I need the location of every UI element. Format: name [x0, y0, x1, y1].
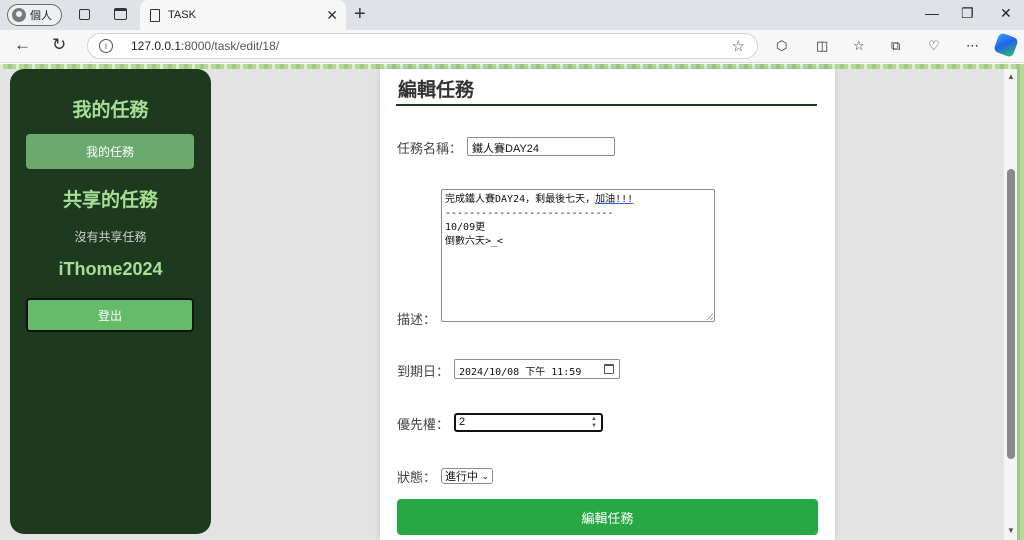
due-date-label: 到期日：	[397, 364, 450, 379]
status-select[interactable]: 進行中 ⌄	[441, 468, 493, 484]
restore-icon[interactable]: ❐	[961, 5, 974, 22]
desc-line4: 倒數六天>_<	[445, 236, 504, 247]
close-tab-icon[interactable]: ✕	[326, 7, 338, 24]
profile-label: 個人	[30, 10, 52, 22]
browser-tab-bar: 個人 TASK ✕ + — ❐ ✕	[0, 0, 1024, 30]
priority-value: 2	[459, 416, 466, 428]
task-name-input[interactable]: 鐵人賽DAY24	[467, 137, 615, 156]
page-icon	[150, 8, 160, 22]
split-screen-icon[interactable]: ◫	[816, 38, 828, 54]
edit-task-form: 編輯任務 任務名稱： 鐵人賽DAY24 描述： 完成鐵人賽DAY24，剩最後七天…	[380, 69, 835, 540]
back-icon[interactable]: ←	[14, 35, 31, 55]
task-name-label: 任務名稱：	[397, 141, 463, 156]
site-info-icon[interactable]: i	[99, 39, 113, 53]
url-host: 127.0.0.1	[131, 39, 182, 53]
sidebar: 我的任務 我的任務 共享的任務 沒有共享任務 iThome2024 登出	[10, 69, 211, 534]
tab-actions-icon[interactable]	[112, 6, 128, 22]
due-date-value: 2024/10/08 下午 11:59	[459, 367, 582, 378]
collections-icon[interactable]: ⧉	[891, 38, 900, 54]
edit-task-submit-button[interactable]: 編輯任務	[397, 499, 818, 535]
page-viewport: 我的任務 我的任務 共享的任務 沒有共享任務 iThome2024 登出 編輯任…	[0, 64, 1024, 540]
minimize-icon[interactable]: —	[925, 5, 939, 21]
desc-line1-text: 完成鐵人賽DAY24，剩最後七天，	[445, 194, 596, 205]
desc-line3: 10/09更	[445, 222, 486, 233]
spinner-arrows-icon[interactable]: ▲ ▼	[591, 416, 597, 430]
desc-line1-underlined: 加油!!!	[595, 194, 634, 205]
browser-tab-task[interactable]: TASK ✕	[140, 0, 346, 30]
my-tasks-button[interactable]: 我的任務	[26, 134, 194, 169]
calendar-icon[interactable]	[604, 364, 614, 374]
description-label: 描述：	[397, 312, 437, 327]
logout-button[interactable]: 登出	[26, 298, 194, 332]
no-shared-tasks-text: 沒有共享任務	[74, 230, 147, 244]
more-menu-icon[interactable]: ⋯	[966, 38, 979, 54]
resize-grip-icon[interactable]	[706, 313, 713, 320]
description-textarea[interactable]: 完成鐵人賽DAY24，剩最後七天，加油!!! -----------------…	[441, 189, 715, 322]
workspaces-icon[interactable]	[76, 6, 92, 22]
tab-title: TASK	[168, 9, 196, 21]
status-value: 進行中	[445, 471, 478, 483]
refresh-icon[interactable]: ↻	[52, 35, 66, 55]
scrollbar-thumb[interactable]	[1007, 169, 1015, 459]
desc-line2: ----------------------------	[445, 208, 614, 219]
due-date-input[interactable]: 2024/10/08 下午 11:59	[454, 359, 620, 379]
scroll-down-icon[interactable]: ▼	[1007, 526, 1015, 535]
extensions-icon[interactable]: ⬡	[776, 38, 787, 54]
my-tasks-heading: 我的任務	[72, 100, 149, 121]
browser-toolbar: ← ↻ i 127.0.0.1 :8000/task/edit/18/ ☆ ⬡ …	[0, 30, 1024, 63]
page-title: 編輯任務	[398, 80, 475, 101]
page-scrollbar[interactable]: ▲ ▼	[1003, 69, 1017, 540]
favorite-star-icon[interactable]: ☆	[732, 37, 745, 55]
shared-tasks-heading: 共享的任務	[62, 190, 158, 211]
address-bar[interactable]: i 127.0.0.1 :8000/task/edit/18/ ☆	[87, 33, 758, 59]
scroll-up-icon[interactable]: ▲	[1007, 72, 1015, 81]
new-tab-icon[interactable]: +	[354, 3, 366, 26]
priority-input[interactable]: 2 ▲ ▼	[454, 413, 603, 432]
username: iThome2024	[58, 259, 163, 279]
title-divider	[396, 104, 817, 106]
profile-button[interactable]: 個人	[7, 4, 62, 26]
status-label: 狀態：	[397, 470, 437, 485]
url-path: :8000/task/edit/18/	[181, 39, 280, 53]
close-window-icon[interactable]: ✕	[1000, 5, 1012, 22]
avatar-icon	[12, 8, 26, 22]
chevron-down-icon: ⌄	[481, 470, 489, 481]
copilot-icon[interactable]	[993, 32, 1019, 58]
favorites-icon[interactable]: ☆	[853, 38, 865, 54]
priority-label: 優先權：	[397, 417, 450, 432]
browser-essentials-icon[interactable]: ♡	[928, 38, 940, 54]
